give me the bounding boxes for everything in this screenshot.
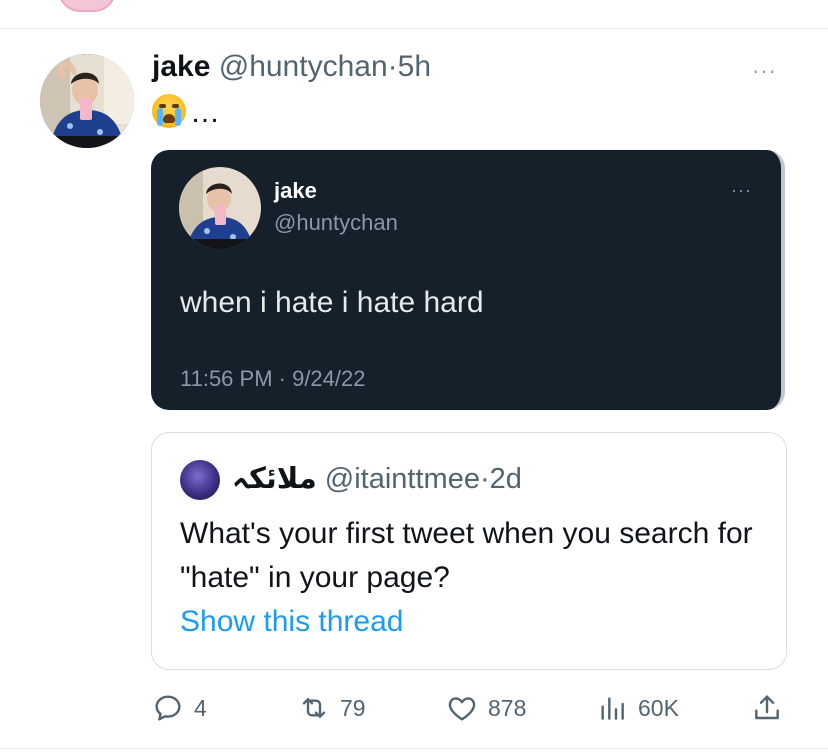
separator-dot: · — [387, 50, 398, 83]
reply-count: 4 — [194, 694, 207, 721]
reply-button[interactable]: 4 — [152, 688, 207, 728]
screenshot-author-handle: @huntychan — [274, 210, 398, 235]
views-button[interactable]: 60K — [596, 688, 679, 728]
previous-tweet-avatar[interactable] — [58, 0, 116, 12]
share-icon — [755, 695, 779, 720]
like-count: 878 — [488, 694, 527, 721]
quoted-tweet-time[interactable]: 2d — [490, 463, 522, 495]
quoted-author-handle[interactable]: @itainttmee — [325, 463, 480, 495]
quoted-tweet-header: ملائكہ @itainttmee·2d — [232, 461, 522, 497]
views-chart-icon — [601, 697, 624, 720]
quoted-tweet-card[interactable]: ملائكہ @itainttmee·2d What's your first … — [151, 432, 787, 670]
reply-icon — [155, 695, 181, 721]
author-handle[interactable]: @huntychan — [219, 50, 388, 83]
screenshot-timestamp: 11:56 PM · 9/24/22 — [180, 366, 366, 391]
more-options-icon[interactable]: ··· — [752, 58, 777, 84]
tweet-actions-bar: 4 79 878 60K — [0, 688, 828, 728]
view-count: 60K — [638, 694, 679, 721]
quoted-author-avatar[interactable] — [180, 460, 220, 500]
retweet-count: 79 — [340, 694, 366, 721]
author-name[interactable]: jake — [152, 50, 210, 83]
retweet-icon — [302, 698, 326, 718]
tweet-text-content: … — [190, 96, 220, 129]
show-thread-link[interactable]: Show this thread — [180, 605, 403, 639]
tweet-time[interactable]: 5h — [398, 50, 431, 83]
screenshot-more-icon: ··· — [731, 180, 752, 200]
author-avatar[interactable] — [40, 54, 134, 148]
screenshot-avatar — [179, 167, 261, 249]
tweet-header: jake @huntychan·5h — [152, 48, 431, 86]
tweet-screenshot-image[interactable]: jake @huntychan ··· when i hate i hate h… — [151, 150, 785, 410]
heart-icon — [448, 697, 476, 721]
retweet-button[interactable]: 79 — [298, 688, 366, 728]
quoted-author-name[interactable]: ملائكہ — [232, 463, 317, 495]
separator-dot: · — [479, 463, 490, 495]
like-button[interactable]: 878 — [446, 688, 526, 728]
screenshot-tweet-text: when i hate i hate hard — [180, 286, 484, 319]
tweet-text: … — [152, 94, 220, 132]
quoted-tweet-text: What's your first tweet when you search … — [180, 517, 753, 594]
share-button[interactable] — [751, 688, 783, 728]
divider — [0, 748, 828, 749]
divider — [0, 28, 828, 29]
loudly-crying-face-icon — [152, 94, 186, 128]
screenshot-author-name: jake — [274, 178, 317, 203]
